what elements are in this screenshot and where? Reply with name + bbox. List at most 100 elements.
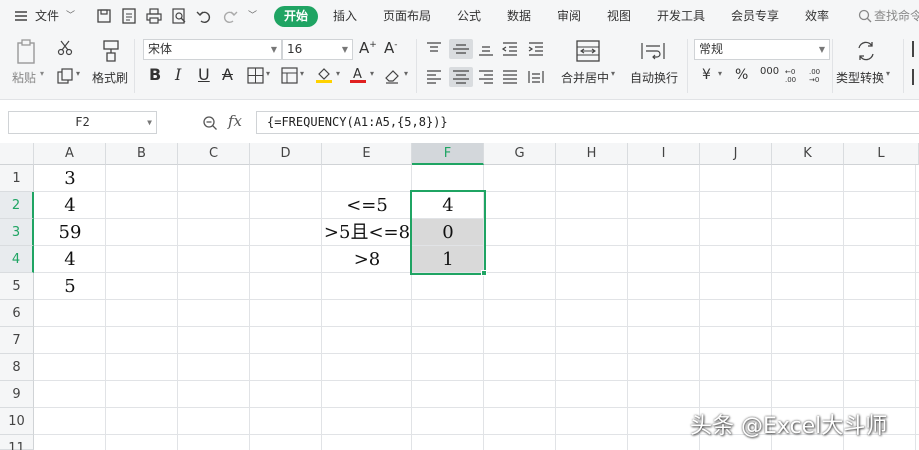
cell-style-icon[interactable] bbox=[281, 67, 298, 84]
quick-access-more-icon[interactable]: ﹀ bbox=[248, 0, 257, 33]
formula-input[interactable]: {=FREQUENCY(A1:A5,{5,8})} bbox=[256, 111, 919, 134]
fill-color-icon[interactable] bbox=[315, 66, 333, 84]
clear-format-icon[interactable] bbox=[383, 67, 401, 84]
increase-font-size-icon[interactable]: A+ bbox=[359, 39, 377, 57]
align-bottom-icon[interactable] bbox=[477, 41, 495, 57]
type-convert-dropdown-icon[interactable]: ▾ bbox=[886, 69, 890, 78]
name-box[interactable]: F2 ▼ bbox=[8, 111, 157, 134]
decrease-font-size-icon[interactable]: A- bbox=[384, 39, 398, 57]
copy-icon[interactable] bbox=[56, 67, 74, 85]
more-tools-icon[interactable] bbox=[912, 41, 919, 57]
font-color-icon[interactable]: A bbox=[349, 66, 367, 84]
paste-icon[interactable] bbox=[14, 39, 40, 65]
undo-icon[interactable] bbox=[195, 7, 213, 25]
currency-dropdown-icon[interactable]: ▾ bbox=[718, 69, 722, 78]
row-header-11[interactable]: 11 bbox=[0, 435, 34, 450]
wrap-text-icon[interactable] bbox=[641, 40, 665, 62]
cell-a5[interactable]: 5 bbox=[34, 273, 106, 300]
clear-format-dropdown-icon[interactable]: ▾ bbox=[404, 69, 408, 78]
row-header-2[interactable]: 2 bbox=[0, 192, 34, 219]
distributed-align-icon[interactable] bbox=[527, 69, 545, 85]
file-menu[interactable]: 文件 bbox=[35, 0, 59, 33]
cell-a4[interactable]: 4 bbox=[34, 246, 106, 273]
more-tools-icon-2[interactable] bbox=[912, 69, 919, 85]
underline-icon[interactable]: U bbox=[198, 65, 210, 84]
search-icon[interactable] bbox=[856, 7, 874, 25]
font-color-dropdown-icon[interactable]: ▾ bbox=[370, 69, 374, 78]
column-header-i[interactable]: I bbox=[628, 143, 700, 165]
hamburger-menu-icon[interactable] bbox=[12, 7, 30, 25]
increase-indent-icon[interactable] bbox=[527, 41, 545, 57]
cell-a2[interactable]: 4 bbox=[34, 192, 106, 219]
merge-center-icon[interactable] bbox=[576, 40, 600, 62]
format-painter-icon[interactable] bbox=[100, 39, 122, 63]
row-header-8[interactable]: 8 bbox=[0, 354, 34, 381]
tab-start[interactable]: 开始 bbox=[274, 6, 318, 27]
bold-icon[interactable]: B bbox=[149, 65, 161, 84]
row-header-9[interactable]: 9 bbox=[0, 381, 34, 408]
redo-icon[interactable] bbox=[221, 7, 239, 25]
decrease-decimal-icon[interactable]: .00 →0 bbox=[808, 66, 826, 84]
tab-data[interactable]: 数据 bbox=[507, 0, 531, 33]
merge-center-dropdown-icon[interactable]: ▾ bbox=[611, 69, 615, 78]
row-header-5[interactable]: 5 bbox=[0, 273, 34, 300]
format-painter-button[interactable]: 格式刷 bbox=[92, 69, 128, 86]
type-convert-button[interactable]: 类型转换 bbox=[836, 69, 884, 86]
insert-function-icon[interactable]: fx bbox=[228, 112, 242, 130]
column-header-a[interactable]: A bbox=[34, 143, 106, 165]
save-icon[interactable] bbox=[95, 7, 113, 25]
row-header-10[interactable]: 10 bbox=[0, 408, 34, 435]
align-left-icon[interactable] bbox=[425, 69, 443, 85]
tab-page-layout[interactable]: 页面布局 bbox=[383, 0, 431, 33]
paste-dropdown-icon[interactable]: ▾ bbox=[40, 69, 44, 78]
column-header-j[interactable]: J bbox=[700, 143, 772, 165]
wrap-text-button[interactable]: 自动换行 bbox=[630, 69, 678, 86]
font-name-select[interactable]: 宋体 ▼ bbox=[143, 39, 282, 60]
cell-a3[interactable]: 59 bbox=[34, 219, 106, 246]
cell-e3[interactable]: >5且<=8 bbox=[322, 219, 412, 246]
italic-icon[interactable]: I bbox=[175, 65, 181, 84]
export-pdf-icon[interactable] bbox=[120, 7, 138, 25]
column-header-b[interactable]: B bbox=[106, 143, 178, 165]
column-header-g[interactable]: G bbox=[484, 143, 556, 165]
type-convert-icon[interactable] bbox=[855, 40, 877, 62]
align-center-icon[interactable] bbox=[449, 67, 473, 87]
currency-format-button[interactable]: ¥ bbox=[702, 67, 711, 83]
tab-insert[interactable]: 插入 bbox=[333, 0, 357, 33]
cell-e2[interactable]: <=5 bbox=[322, 192, 412, 219]
tab-member[interactable]: 会员专享 bbox=[731, 0, 779, 33]
column-header-d[interactable]: D bbox=[250, 143, 322, 165]
tab-review[interactable]: 审阅 bbox=[557, 0, 581, 33]
justify-icon[interactable] bbox=[501, 69, 519, 85]
row-header-6[interactable]: 6 bbox=[0, 300, 34, 327]
column-header-e[interactable]: E bbox=[322, 143, 412, 165]
merge-center-button[interactable]: 合并居中 bbox=[561, 69, 609, 86]
fill-color-dropdown-icon[interactable]: ▾ bbox=[336, 69, 340, 78]
tab-efficiency[interactable]: 效率 bbox=[805, 0, 829, 33]
cell-a1[interactable]: 3 bbox=[34, 165, 106, 192]
print-preview-icon[interactable] bbox=[170, 7, 188, 25]
tab-developer[interactable]: 开发工具 bbox=[657, 0, 705, 33]
file-dropdown-chevron-icon[interactable]: ﹀ bbox=[66, 0, 75, 33]
column-header-k[interactable]: K bbox=[772, 143, 844, 165]
copy-dropdown-icon[interactable]: ▾ bbox=[76, 69, 80, 78]
increase-decimal-icon[interactable]: ←0.00 bbox=[784, 66, 802, 84]
font-size-select[interactable]: 16 ▼ bbox=[282, 39, 353, 60]
zoom-search-icon[interactable] bbox=[201, 114, 219, 132]
tab-view[interactable]: 视图 bbox=[607, 0, 631, 33]
strikethrough-icon[interactable]: A bbox=[222, 65, 233, 84]
tab-formulas[interactable]: 公式 bbox=[457, 0, 481, 33]
percent-format-button[interactable]: % bbox=[735, 67, 748, 83]
select-all-corner[interactable] bbox=[0, 143, 34, 165]
row-header-7[interactable]: 7 bbox=[0, 327, 34, 354]
search-commands[interactable]: 查找命令 bbox=[874, 0, 919, 33]
align-top-icon[interactable] bbox=[425, 41, 443, 57]
column-header-h[interactable]: H bbox=[556, 143, 628, 165]
cell-e4[interactable]: >8 bbox=[322, 246, 412, 273]
fill-handle[interactable] bbox=[481, 270, 487, 276]
cut-icon[interactable] bbox=[56, 39, 74, 57]
row-header-1[interactable]: 1 bbox=[0, 165, 34, 192]
borders-icon[interactable] bbox=[247, 67, 264, 84]
align-right-icon[interactable] bbox=[477, 69, 495, 85]
paste-button[interactable]: 粘贴 bbox=[12, 69, 36, 86]
